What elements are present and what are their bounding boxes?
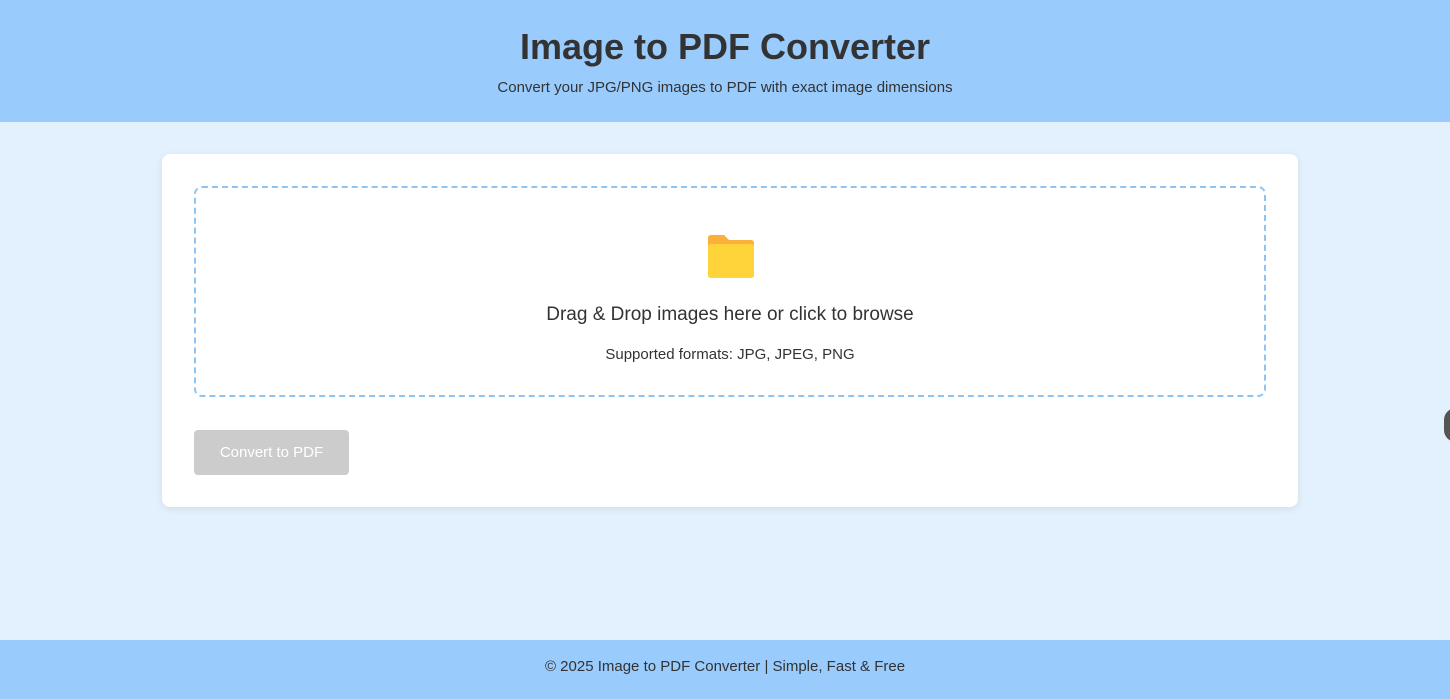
supported-formats: Supported formats: JPG, JPEG, PNG — [605, 346, 855, 363]
page-title: Image to PDF Converter — [519, 26, 931, 67]
convert-to-pdf-button[interactable]: Convert to PDF — [194, 430, 349, 475]
footer-text: © 2025 Image to PDF Converter | Simple, … — [544, 658, 906, 675]
image-dropzone[interactable]: Drag & Drop images here or click to brow… — [194, 186, 1266, 397]
page-header: Image to PDF Converter Convert your JPG/… — [0, 0, 1450, 122]
converter-card: Drag & Drop images here or click to brow… — [162, 154, 1298, 507]
page-footer: © 2025 Image to PDF Converter | Simple, … — [0, 640, 1450, 699]
page-subtitle: Convert your JPG/PNG images to PDF with … — [497, 79, 953, 96]
dropzone-instruction: Drag & Drop images here or click to brow… — [546, 304, 914, 325]
folder-icon — [706, 234, 756, 280]
side-edge-tab[interactable] — [1444, 408, 1450, 442]
